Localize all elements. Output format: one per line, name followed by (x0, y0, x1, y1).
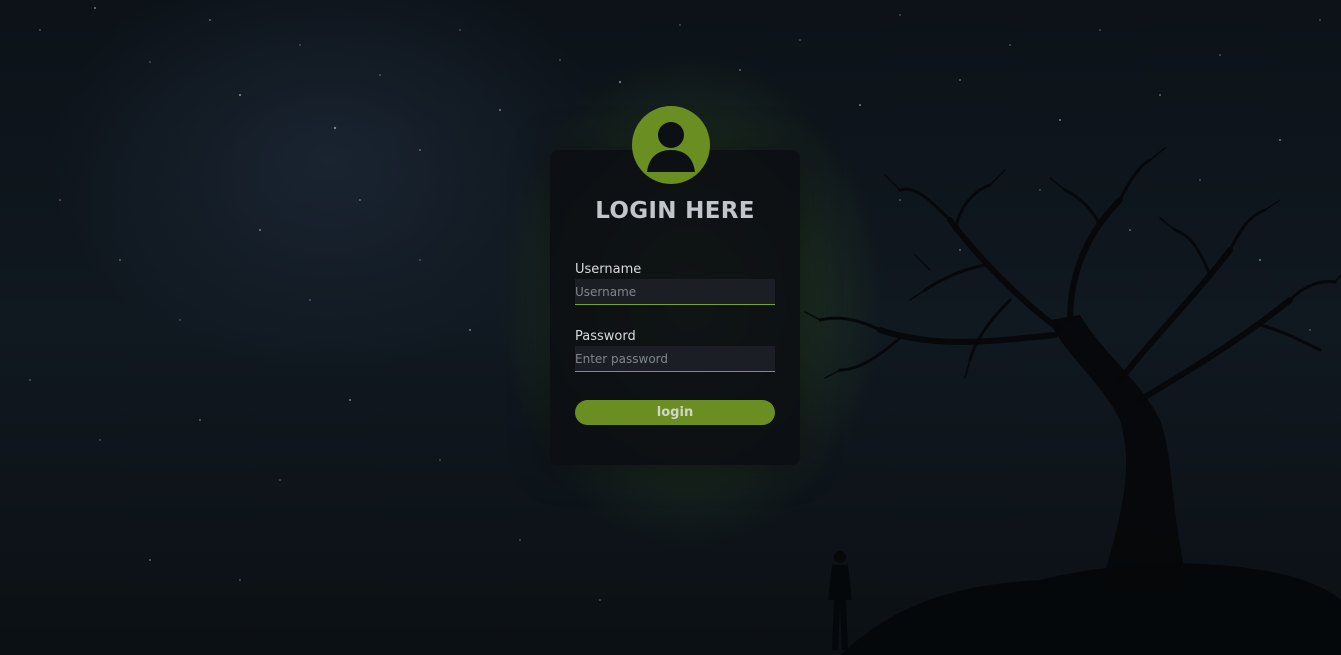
username-label: Username (575, 262, 642, 277)
login-page: LOGIN HERE Username Password login (0, 0, 1341, 655)
username-input[interactable] (575, 279, 775, 305)
password-label: Password (575, 329, 636, 344)
password-input[interactable] (575, 346, 775, 372)
login-button[interactable]: login (575, 400, 775, 425)
user-circle-icon (632, 106, 710, 184)
page-title: LOGIN HERE (595, 198, 755, 224)
